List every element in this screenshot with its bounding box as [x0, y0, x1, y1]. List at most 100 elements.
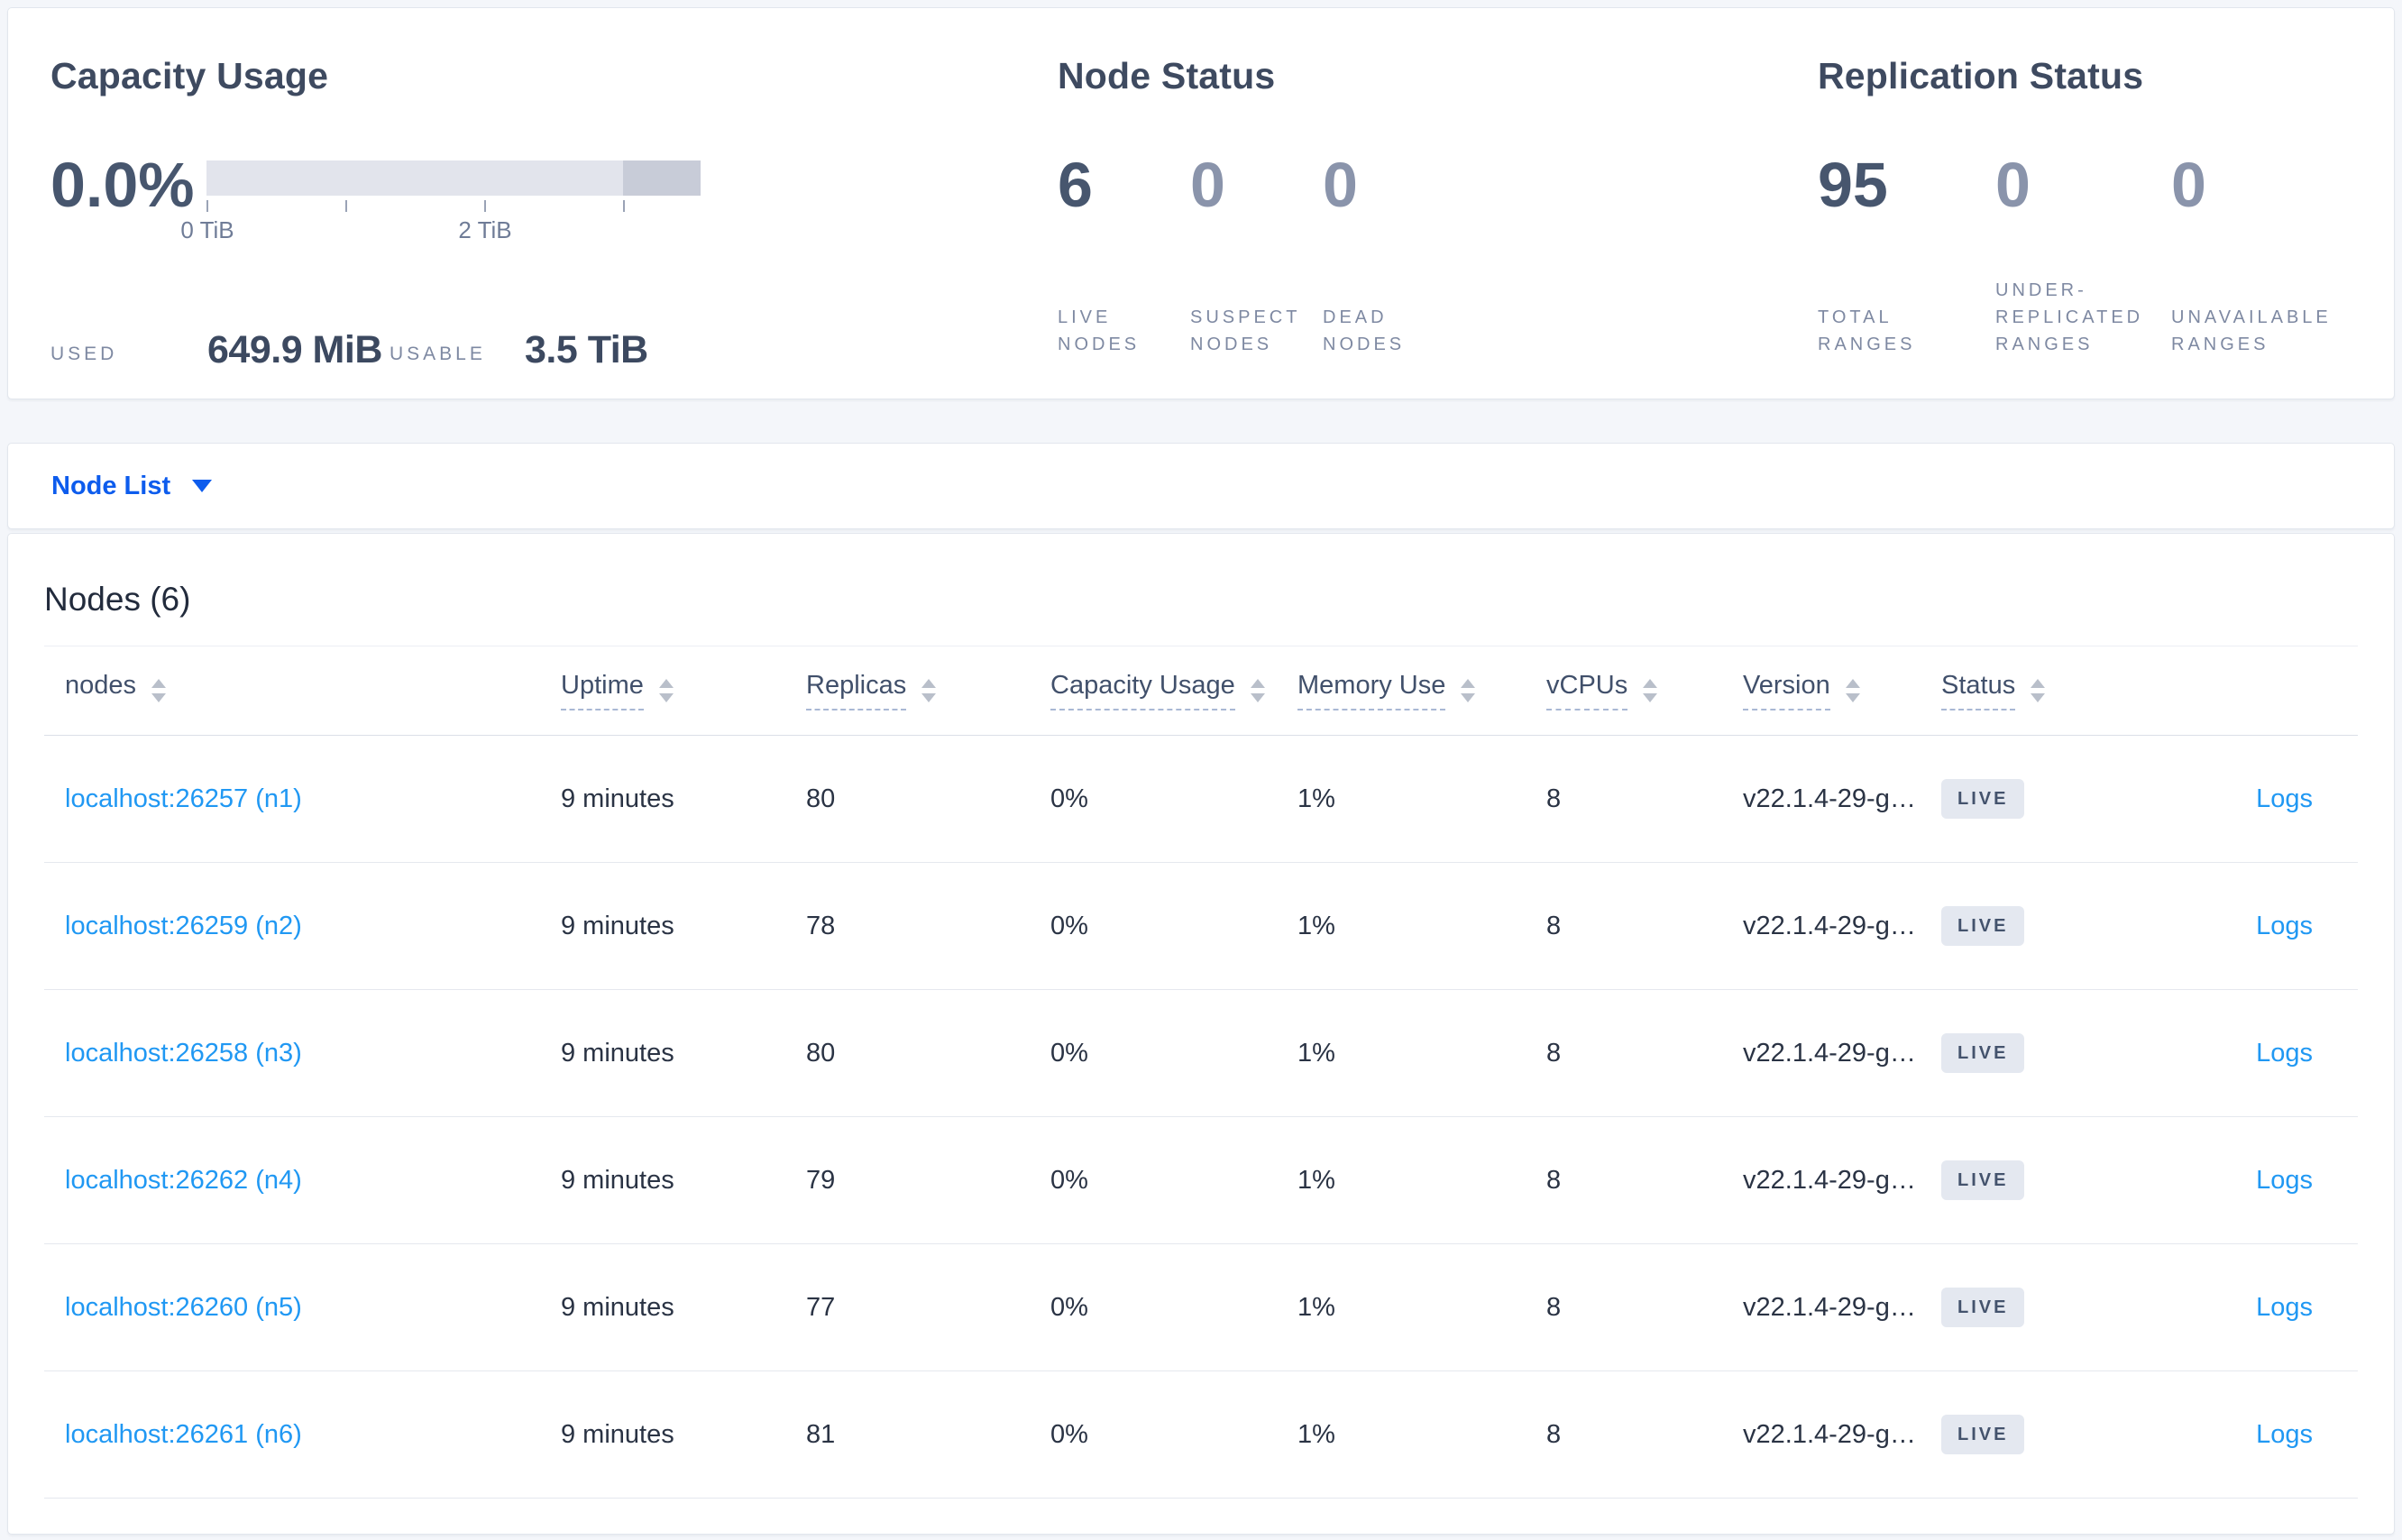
table-header-row: nodes Uptime Replicas Capacity Usage Mem…	[44, 646, 2358, 736]
capacity-cell: 0%	[1050, 784, 1088, 813]
version-cell: v22.1.4-29-g…	[1743, 1292, 1916, 1322]
logs-link[interactable]: Logs	[2256, 912, 2313, 940]
logs-link[interactable]: Logs	[2256, 1293, 2313, 1322]
node-link[interactable]: localhost:26262 (n4)	[65, 1166, 302, 1195]
replicas-cell: 78	[806, 911, 836, 940]
nodes-table-panel: Nodes (6) nodes Uptime Replicas Capacity…	[7, 533, 2395, 1535]
node-status-title: Node Status	[1058, 55, 1276, 96]
live-nodes-label: LIVE NODES	[1058, 307, 1141, 354]
usable-value: 3.5 TiB	[525, 328, 648, 371]
logs-link[interactable]: Logs	[2256, 784, 2313, 813]
capacity-usage-bar	[206, 160, 701, 196]
uptime-cell: 9 minutes	[561, 1165, 674, 1195]
sort-icon	[658, 679, 674, 702]
sort-icon	[921, 679, 937, 702]
node-link[interactable]: localhost:26258 (n3)	[65, 1039, 302, 1068]
table-row: localhost:26261 (n6) 9 minutes 81 0% 1% …	[44, 1371, 2358, 1499]
chevron-down-icon	[192, 480, 213, 492]
view-selector-bar: Node List	[7, 443, 2395, 529]
uptime-cell: 9 minutes	[561, 1292, 674, 1322]
node-link[interactable]: localhost:26261 (n6)	[65, 1420, 302, 1449]
node-link[interactable]: localhost:26257 (n1)	[65, 784, 302, 813]
suspect-nodes-label: SUSPECT NODES	[1190, 307, 1301, 354]
column-header-memory-use[interactable]: Memory Use	[1297, 671, 1546, 710]
capacity-cell: 0%	[1050, 1292, 1088, 1322]
axis-tick	[484, 200, 486, 212]
suspect-nodes-count: 0	[1190, 150, 1225, 220]
status-badge: LIVE	[1941, 1033, 2025, 1073]
nodes-table: nodes Uptime Replicas Capacity Usage Mem…	[44, 646, 2358, 1499]
capacity-cell: 0%	[1050, 911, 1088, 940]
uptime-cell: 9 minutes	[561, 1038, 674, 1068]
under-replicated-ranges-label: UNDER- REPLICATED RANGES	[1995, 280, 2144, 354]
status-badge: LIVE	[1941, 1160, 2025, 1200]
node-link[interactable]: localhost:26260 (n5)	[65, 1293, 302, 1322]
dead-nodes-count: 0	[1323, 150, 1358, 220]
status-badge: LIVE	[1941, 906, 2025, 946]
unavailable-ranges-label: UNAVAILABLE RANGES	[2171, 307, 2332, 354]
table-row: localhost:26257 (n1) 9 minutes 80 0% 1% …	[44, 736, 2358, 863]
version-cell: v22.1.4-29-g…	[1743, 784, 1916, 813]
axis-tick	[206, 200, 208, 212]
replicas-cell: 81	[806, 1419, 836, 1449]
uptime-cell: 9 minutes	[561, 1419, 674, 1449]
version-cell: v22.1.4-29-g…	[1743, 1165, 1916, 1195]
usable-label: USABLE	[390, 344, 486, 364]
vcpus-cell: 8	[1546, 1165, 1562, 1195]
node-list-dropdown[interactable]: Node List	[51, 444, 213, 528]
sort-icon	[1250, 679, 1265, 702]
logs-link[interactable]: Logs	[2256, 1039, 2313, 1068]
cluster-summary-panel: Capacity Usage 0.0% 0 TiB 2 TiB USED 649…	[7, 7, 2395, 399]
version-cell: v22.1.4-29-g…	[1743, 1038, 1916, 1068]
dead-nodes-label: DEAD NODES	[1323, 307, 1406, 354]
version-cell: v22.1.4-29-g…	[1743, 1419, 1916, 1449]
sort-icon	[151, 679, 167, 702]
uptime-cell: 9 minutes	[561, 911, 674, 940]
status-badge: LIVE	[1941, 1288, 2025, 1327]
logs-link[interactable]: Logs	[2256, 1166, 2313, 1195]
nodes-table-title: Nodes (6)	[44, 581, 191, 618]
total-ranges-label: TOTAL RANGES	[1818, 307, 1916, 354]
column-header-replicas[interactable]: Replicas	[806, 671, 1050, 710]
capacity-cell: 0%	[1050, 1419, 1088, 1449]
column-header-nodes[interactable]: nodes	[44, 671, 561, 710]
used-value: 649.9 MiB	[207, 328, 382, 371]
memory-cell: 1%	[1297, 911, 1335, 940]
column-header-status[interactable]: Status	[1941, 671, 2248, 710]
vcpus-cell: 8	[1546, 1038, 1562, 1068]
axis-tick	[345, 200, 347, 212]
vcpus-cell: 8	[1546, 784, 1562, 813]
column-header-vcpus[interactable]: vCPUs	[1546, 671, 1743, 710]
column-header-capacity-usage[interactable]: Capacity Usage	[1050, 671, 1297, 710]
memory-cell: 1%	[1297, 1292, 1335, 1322]
axis-tick	[623, 200, 625, 212]
replicas-cell: 77	[806, 1292, 836, 1322]
capacity-cell: 0%	[1050, 1038, 1088, 1068]
live-nodes-count: 6	[1058, 150, 1093, 220]
sort-icon	[1845, 679, 1860, 702]
table-row: localhost:26262 (n4) 9 minutes 79 0% 1% …	[44, 1117, 2358, 1244]
axis-tick-label: 2 TiB	[458, 216, 512, 243]
unavailable-ranges-count: 0	[2171, 150, 2206, 220]
vcpus-cell: 8	[1546, 911, 1562, 940]
replicas-cell: 79	[806, 1165, 836, 1195]
sort-icon	[1643, 679, 1658, 702]
capacity-cell: 0%	[1050, 1165, 1088, 1195]
uptime-cell: 9 minutes	[561, 784, 674, 813]
sort-icon	[1461, 679, 1476, 702]
column-header-version[interactable]: Version	[1743, 671, 1941, 710]
node-link[interactable]: localhost:26259 (n2)	[65, 912, 302, 940]
memory-cell: 1%	[1297, 1038, 1335, 1068]
memory-cell: 1%	[1297, 1165, 1335, 1195]
replicas-cell: 80	[806, 784, 836, 813]
logs-link[interactable]: Logs	[2256, 1420, 2313, 1449]
column-header-uptime[interactable]: Uptime	[561, 671, 806, 710]
total-ranges-count: 95	[1818, 150, 1888, 220]
table-row: localhost:26260 (n5) 9 minutes 77 0% 1% …	[44, 1244, 2358, 1371]
table-row: localhost:26259 (n2) 9 minutes 78 0% 1% …	[44, 863, 2358, 990]
used-label: USED	[50, 344, 118, 364]
replication-status-title: Replication Status	[1818, 55, 2144, 96]
capacity-used-percent: 0.0%	[50, 150, 195, 220]
version-cell: v22.1.4-29-g…	[1743, 911, 1916, 940]
table-row: localhost:26258 (n3) 9 minutes 80 0% 1% …	[44, 990, 2358, 1117]
